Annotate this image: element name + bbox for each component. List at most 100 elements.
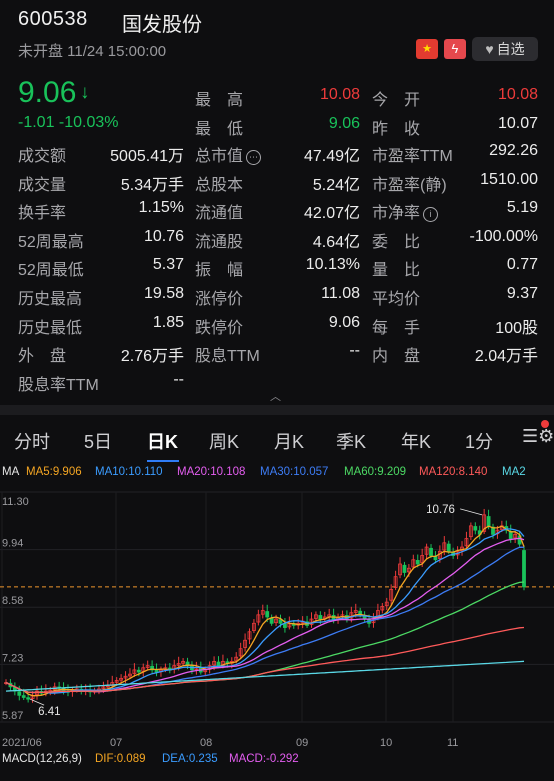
stat-label: 量 比: [372, 262, 421, 280]
candle-body: [318, 615, 323, 620]
section-divider: [0, 405, 554, 415]
tab-3[interactable]: 周K: [209, 428, 239, 454]
stat-label: 总市值 ⋯: [195, 142, 262, 166]
stat-value: 9.06: [328, 115, 360, 132]
candle-body: [278, 619, 283, 624]
legend-item: MA30:10.057: [260, 466, 329, 478]
legend-item: MA60:9.209: [344, 466, 407, 478]
x-tick-label: 11: [447, 737, 458, 749]
y-tick-label: 9.94: [2, 538, 23, 550]
legend-item: MA2: [502, 466, 526, 478]
stat-label: 振 幅: [195, 262, 244, 280]
y-tick-label: 11.30: [2, 496, 29, 508]
ma-line: [5, 537, 525, 694]
candle-body: [26, 697, 31, 700]
macd-legend: MACD(12,26,9) DIF:0.089 DEA:0.235 MACD:-0.2…: [0, 753, 554, 769]
stat-value: 5.34万手: [120, 176, 184, 194]
annotation-pointer: [460, 508, 483, 516]
heart-icon: ♥: [485, 41, 494, 57]
stat-label: 跌停价: [195, 319, 244, 337]
tab-4[interactable]: 月K: [274, 428, 304, 454]
stat-value: 5.37: [152, 256, 184, 274]
stat-label: 成交额: [18, 148, 67, 165]
stat-value: 42.07亿: [303, 205, 360, 223]
tab-1[interactable]: 5日: [84, 428, 112, 454]
stat-label: 换手率: [18, 205, 67, 223]
stock-name: 国发股份: [122, 14, 202, 36]
stat-label: 最 高: [195, 92, 244, 109]
x-tick-label: 10: [380, 737, 392, 749]
x-tick-label: 07: [110, 737, 122, 749]
candle-body: [216, 661, 221, 667]
quote-header: 600538 国发股份 未开盘 11/24 15:00:00 ★ ϟ ♥ 自选: [0, 0, 554, 70]
stat-value: 5.19: [506, 199, 538, 217]
stat-value: 0.77: [506, 256, 538, 274]
ma-line: [5, 626, 525, 694]
low-annotation: 6.41: [38, 706, 60, 718]
candle-body: [136, 669, 141, 673]
candle-body: [154, 669, 159, 673]
legend-item: DIF:0.089: [95, 753, 146, 765]
add-watchlist-button[interactable]: ♥ 自选: [472, 37, 538, 61]
stat-value: 10.76: [143, 227, 184, 245]
candle-body: [446, 543, 451, 552]
stat-value: 19.58: [143, 285, 184, 302]
stat-value: 1.15%: [138, 199, 184, 217]
candle-body: [283, 623, 287, 628]
legend-item: MA: [2, 466, 20, 478]
stat-value: 1.85: [152, 313, 184, 331]
stat-label: 总股本: [195, 176, 244, 194]
tab-6[interactable]: 年K: [401, 428, 431, 454]
info-icon[interactable]: i: [423, 207, 439, 223]
chart-period-tabs: ☰⚙ 分时 5日 日K 周K 月K 季K 年K 1分: [0, 416, 554, 462]
tab-2[interactable]: 日K: [147, 428, 178, 454]
stat-label: 市净率 i: [372, 199, 439, 223]
tab-7[interactable]: 1分: [465, 428, 493, 454]
candle-body: [508, 530, 513, 539]
stat-value: 1510.00: [480, 170, 538, 188]
stat-value: --: [173, 370, 184, 388]
candle-body: [522, 550, 526, 588]
candle-body: [415, 560, 420, 565]
tab-5[interactable]: 季K: [336, 428, 366, 454]
stat-value: 5.24亿: [312, 176, 360, 194]
tab-0[interactable]: 分时: [14, 428, 50, 454]
stat-value: 100股: [495, 319, 538, 337]
legend-item: MA10:10.110: [95, 466, 163, 478]
chevron-up-icon[interactable]: ︿: [270, 388, 281, 404]
stat-label: 昨 收: [372, 121, 421, 138]
ma-line: [5, 525, 525, 697]
kline-chart[interactable]: 11.30 9.94 8.58 7.23 5.87 2021/06 07 08 09 10 11 10…: [0, 482, 554, 752]
stat-value: 2.76万手: [120, 348, 184, 366]
stat-label: 平均价: [372, 291, 421, 308]
down-arrow-icon: ↓: [80, 82, 90, 103]
stat-label: 历史最高: [18, 291, 83, 308]
stat-value: 10.08: [319, 86, 360, 103]
stat-label: 今 开: [372, 92, 421, 109]
candle-body: [402, 564, 407, 573]
legend-item: MACD(12,26,9): [2, 753, 82, 765]
last-price: 9.06: [18, 76, 77, 109]
stock-code: 600538: [18, 8, 88, 30]
chart-settings-icon[interactable]: ☰⚙: [522, 426, 554, 447]
moving-average-legend: MA MA5:9.906 MA10:10.110 MA20:10.108 MA30:10…: [0, 466, 554, 482]
stat-value: 5005.41万: [110, 148, 184, 165]
stat-value: 2.04万手: [474, 348, 538, 366]
stat-label: 涨停价: [195, 291, 244, 308]
lightning-icon[interactable]: ϟ: [444, 39, 466, 59]
x-tick-label: 09: [296, 737, 308, 749]
more-icon[interactable]: ⋯: [246, 150, 262, 165]
stat-value: 4.64亿: [312, 233, 360, 251]
candle-body: [473, 526, 478, 531]
high-annotation: 10.76: [426, 504, 455, 516]
x-tick-label: 08: [200, 737, 212, 749]
ma-line: [5, 546, 525, 694]
china-flag-icon: ★: [416, 39, 438, 59]
candle-body: [17, 691, 22, 696]
y-tick-label: 5.87: [2, 710, 23, 722]
stat-value: 47.49亿: [303, 148, 360, 165]
ma-line: [5, 528, 525, 694]
stat-label: 成交量: [18, 176, 67, 194]
stat-label: 市盈率(静): [372, 176, 447, 194]
stat-value: --: [349, 342, 360, 360]
